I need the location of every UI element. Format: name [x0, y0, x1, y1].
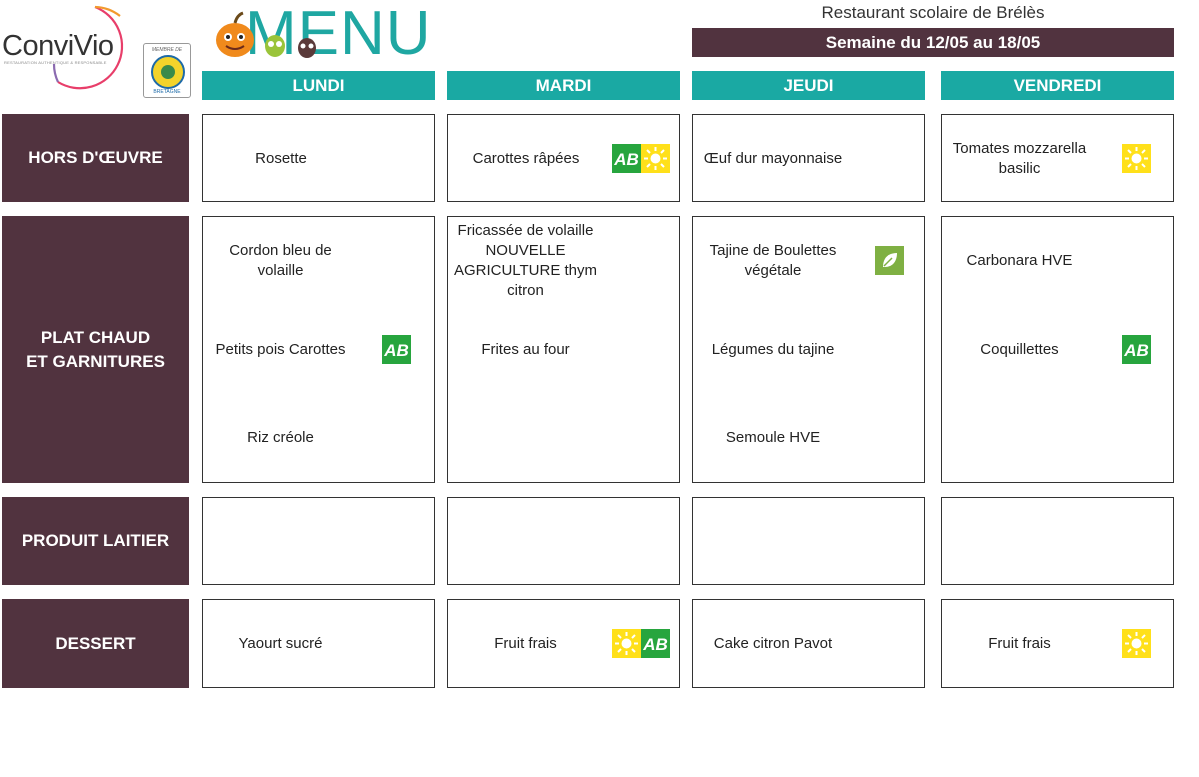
day-header-jeudi: JEUDI — [692, 71, 925, 100]
svg-text:AB: AB — [642, 635, 668, 654]
cell-dessert-lundi: Yaourt sucré — [202, 599, 435, 688]
sun-local-icon — [641, 144, 670, 173]
sun-local-icon — [1122, 629, 1151, 658]
cell-dessert-jeudi: Cake citron Pavot — [692, 599, 925, 688]
side-dish: Frites au four — [481, 341, 570, 358]
dish-name-line2: végétale — [744, 262, 802, 279]
svg-text:AB: AB — [383, 341, 409, 360]
ab-bio-icon: AB — [382, 335, 411, 364]
dish-name-line2: basilic — [998, 160, 1041, 177]
row-label-text: PRODUIT LAITIER — [21, 531, 170, 550]
side-dish: Légumes du tajine — [711, 341, 835, 358]
row-label-text: PLAT CHAUD — [40, 327, 151, 347]
dish-name-line3: AGRICULTURE thym — [453, 262, 598, 279]
side-dish: Semoule HVE — [725, 429, 821, 446]
brand-tagline: RESTAURATION AUTHENTIQUE & RESPONSABLE — [4, 60, 107, 65]
cell-laitier-mardi — [447, 497, 680, 585]
dish-name: Fruit frais — [988, 635, 1051, 652]
svg-text:AB: AB — [1123, 341, 1149, 360]
dish-name: Cordon bleu de — [229, 242, 332, 259]
cell-hors-doeuvre-vendredi: Tomates mozzarella basilic — [941, 114, 1174, 202]
dish-name-line2: volaille — [257, 262, 304, 279]
side-dish: Petits pois Carottes — [215, 341, 346, 358]
side-dish: Coquillettes — [980, 341, 1059, 358]
cell-plat-jeudi: Tajine de Boulettes végétale Légumes du … — [692, 216, 925, 483]
dish-name: Tomates mozzarella — [952, 140, 1087, 157]
cell-plat-mardi: Fricassée de volaille NOUVELLE AGRICULTU… — [447, 216, 680, 483]
row-label-text: DESSERT — [55, 633, 136, 653]
membership-badge: MEMBRE DE BRETAGNE — [143, 43, 191, 98]
cell-dessert-vendredi: Fruit frais — [941, 599, 1174, 688]
dish-name: Fruit frais — [494, 635, 557, 652]
dish-name: Tajine de Boulettes — [709, 242, 837, 259]
dish-name: Rosette — [255, 150, 307, 167]
row-label-produit-laitier: PRODUIT LAITIER — [2, 497, 189, 585]
row-label-plat-chaud: PLAT CHAUD ET GARNITURES — [2, 216, 189, 483]
row-label-hors-doeuvre: HORS D'ŒUVRE — [2, 114, 189, 202]
cell-dessert-mardi: Fruit frais AB — [447, 599, 680, 688]
dish-name: Fricassée de volaille — [457, 222, 594, 239]
day-header-lundi: LUNDI — [202, 71, 435, 100]
dish-name: Cake citron Pavot — [713, 635, 833, 652]
pumpkin-mascots-icon — [216, 11, 316, 58]
dish-name-line4: citron — [507, 282, 544, 299]
brand-logo: ConviVio — [2, 30, 114, 62]
day-header-vendredi: VENDREDI — [941, 71, 1174, 100]
ab-bio-icon: AB — [641, 629, 670, 658]
ab-bio-icon: AB — [1122, 335, 1151, 364]
sun-local-icon — [1122, 144, 1151, 173]
side-dish: Riz créole — [247, 429, 314, 446]
badge-bottom-text: BRETAGNE — [153, 89, 181, 95]
cell-plat-lundi: Cordon bleu de volaille Petits pois Caro… — [202, 216, 435, 483]
cell-laitier-vendredi — [941, 497, 1174, 585]
cell-hors-doeuvre-mardi: Carottes râpées AB — [447, 114, 680, 202]
dish-name-line2: NOUVELLE — [485, 242, 566, 259]
badge-emblem-icon — [151, 55, 185, 89]
week-range: Semaine du 12/05 au 18/05 — [692, 28, 1174, 57]
row-label-dessert: DESSERT — [2, 599, 189, 688]
row-label-text: HORS D'ŒUVRE — [28, 148, 163, 167]
restaurant-name: Restaurant scolaire de Brélès — [821, 3, 1045, 22]
dish-name: Carottes râpées — [472, 150, 580, 167]
sun-local-icon — [612, 629, 641, 658]
day-header-mardi: MARDI — [447, 71, 680, 100]
row-label-text-2: ET GARNITURES — [26, 351, 165, 371]
svg-text:AB: AB — [613, 150, 639, 169]
cell-plat-vendredi: Carbonara HVE Coquillettes AB — [941, 216, 1174, 483]
dish-name: Carbonara HVE — [966, 252, 1073, 269]
cell-laitier-lundi — [202, 497, 435, 585]
ab-bio-icon: AB — [612, 144, 641, 173]
leaf-vegetarian-icon — [875, 246, 904, 275]
badge-top-text: MEMBRE DE — [151, 47, 183, 53]
cell-hors-doeuvre-jeudi: Œuf dur mayonnaise — [692, 114, 925, 202]
dish-name: Yaourt sucré — [238, 635, 323, 652]
cell-hors-doeuvre-lundi: Rosette — [202, 114, 435, 202]
dish-name: Œuf dur mayonnaise — [703, 150, 843, 167]
cell-laitier-jeudi — [692, 497, 925, 585]
